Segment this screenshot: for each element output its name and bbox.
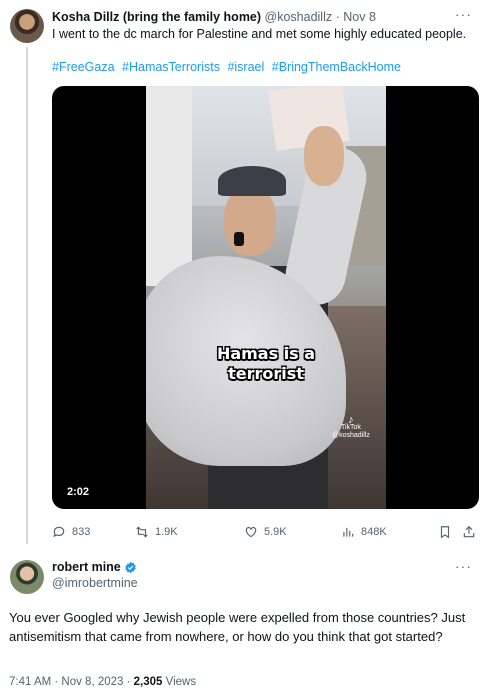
like-button[interactable]: 5.9K — [244, 522, 287, 542]
bookmark-button[interactable] — [438, 522, 452, 542]
video-player[interactable]: Hamas is a terrorist ♪ TikTok @koshadill… — [52, 86, 479, 509]
protest-sign — [146, 86, 192, 286]
hashtag-link[interactable]: #FreeGaza — [52, 60, 115, 74]
repost-count: 1.9K — [155, 526, 178, 538]
raised-hand — [304, 126, 344, 186]
tweet-actions: 833 1.9K 5.9K 848K — [52, 522, 479, 542]
main-tweet[interactable]: robert mine @imrobertmine ··· You ever G… — [0, 548, 490, 696]
share-button[interactable] — [462, 522, 476, 542]
tweet-text: I went to the dc march for Palestine and… — [52, 27, 467, 41]
heart-icon — [245, 527, 257, 538]
microphone — [234, 232, 244, 246]
reply-button[interactable]: 833 — [52, 522, 90, 542]
views-label: Views — [162, 676, 197, 688]
views-count: 2,305 — [133, 676, 163, 688]
author-handle[interactable]: @imrobertmine — [52, 576, 138, 591]
reply-count: 833 — [72, 526, 91, 538]
video-caption-line: Hamas is a — [216, 344, 316, 363]
views-chart-icon — [343, 527, 354, 537]
avatar[interactable] — [10, 560, 44, 594]
tiktok-brand: TikTok — [340, 424, 361, 431]
repost-button[interactable]: 1.9K — [135, 522, 178, 542]
tweet-header: Kosha Dillz (bring the family home) @kos… — [52, 10, 376, 25]
video-duration: 2:02 — [62, 484, 95, 500]
more-options-icon[interactable]: ··· — [455, 558, 472, 574]
tiktok-logo-icon: ♪ — [348, 414, 354, 426]
separator-dot: · — [335, 10, 340, 24]
tweet-metadata: 7:41 AM · Nov 8, 2023 · 2,305 Views — [9, 676, 196, 688]
video-caption-line: terrorist — [228, 364, 304, 383]
share-icon — [463, 525, 475, 538]
author-handle[interactable]: @koshadillz — [265, 10, 333, 24]
video-frame: Hamas is a terrorist ♪ TikTok @koshadill… — [146, 86, 386, 509]
verified-badge-icon — [124, 561, 136, 574]
views-button[interactable]: 848K — [341, 522, 387, 542]
like-count: 5.9K — [264, 526, 287, 538]
tiktok-watermark: ♪ TikTok @koshadillz — [332, 414, 370, 440]
video-caption: Hamas is a terrorist — [146, 344, 386, 384]
author-name[interactable]: robert mine — [52, 560, 121, 575]
hashtag-link[interactable]: #BringThemBackHome — [272, 60, 401, 74]
tweet-timestamp[interactable]: 7:41 AM · Nov 8, 2023 · — [9, 676, 134, 688]
hashtag-link[interactable]: #HamasTerrorists — [122, 60, 220, 74]
tweet-text: You ever Googled why Jewish people were … — [9, 610, 466, 644]
tweet-date[interactable]: Nov 8 — [343, 10, 376, 24]
author-name[interactable]: Kosha Dillz (bring the family home) — [52, 10, 261, 24]
hashtag-list: #FreeGaza #HamasTerrorists #israel #Brin… — [52, 60, 405, 75]
more-options-icon[interactable]: ··· — [455, 6, 472, 22]
avatar[interactable] — [10, 9, 44, 43]
person-cap — [218, 166, 286, 196]
person-face — [224, 186, 276, 256]
author-name-row: robert mine — [52, 560, 137, 575]
views-count: 848K — [361, 526, 387, 538]
thread-connector-line — [26, 47, 28, 544]
parent-tweet[interactable]: Kosha Dillz (bring the family home) @kos… — [0, 0, 490, 548]
bookmark-icon — [440, 526, 450, 539]
repost-icon — [136, 526, 148, 538]
reply-icon — [53, 526, 65, 538]
tiktok-handle: @koshadillz — [332, 432, 370, 439]
hashtag-link[interactable]: #israel — [227, 60, 264, 74]
